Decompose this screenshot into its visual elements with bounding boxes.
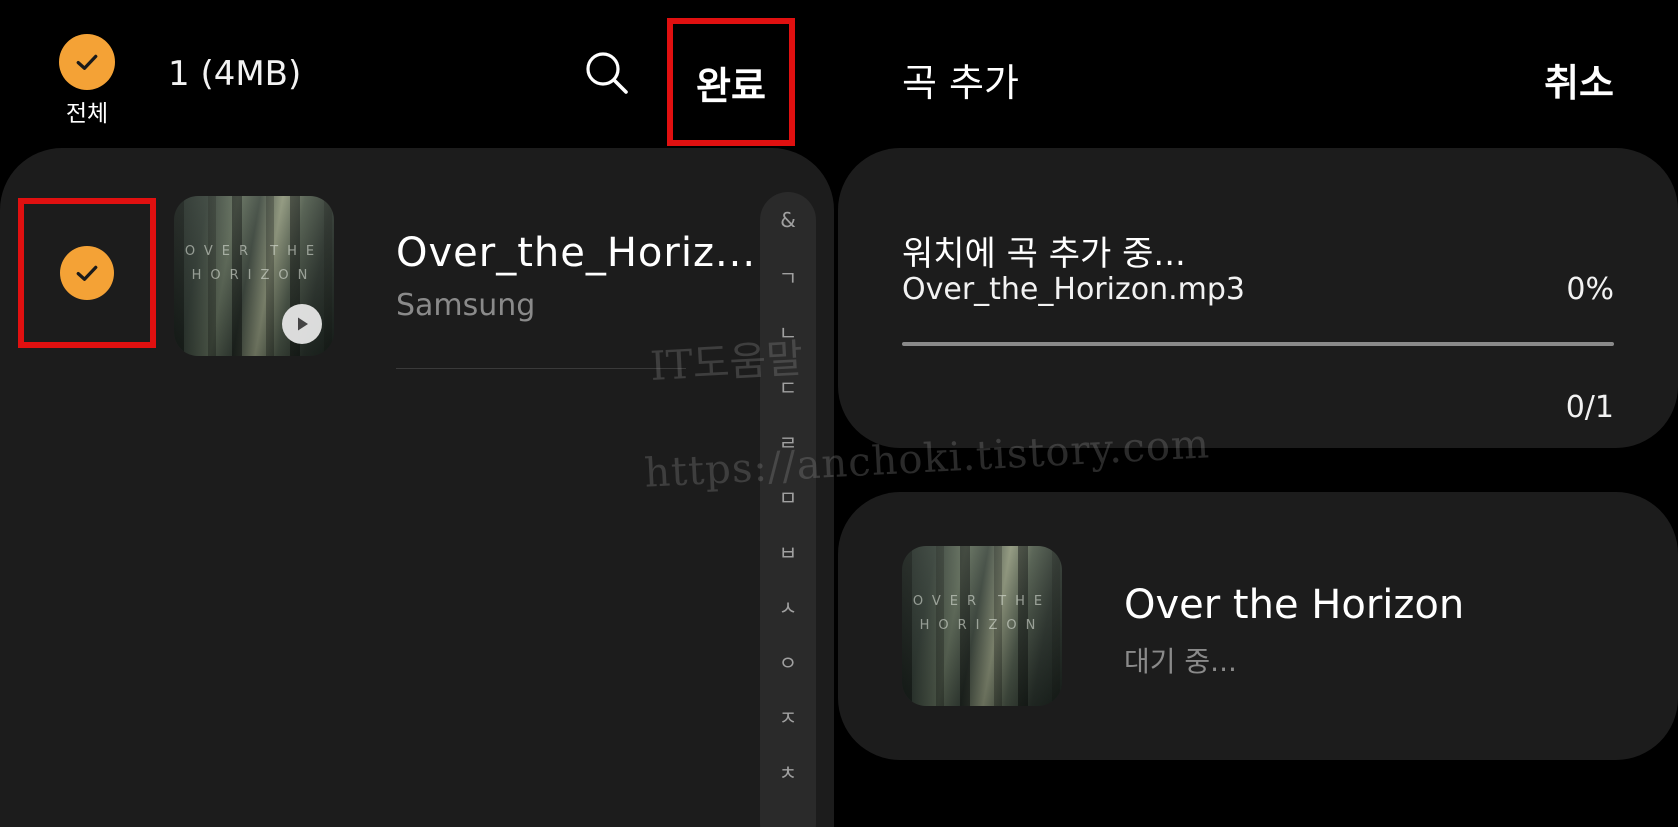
selected-count: 1 (4MB) [168,54,302,94]
queued-song-title: Over the Horizon [1124,582,1465,628]
select-all-toggle[interactable]: 전체 [50,34,124,128]
check-icon [59,34,115,90]
add-songs-panel: 곡 추가 취소 워치에 곡 추가 중... Over_the_Horizon.m… [838,0,1678,827]
row-divider [396,368,686,369]
album-art: OVER THE HORIZON [902,546,1062,706]
search-icon [586,52,628,94]
index-letter[interactable]: ㅇ [760,647,816,676]
progress-count: 0/1 [1565,390,1614,425]
check-icon [60,246,114,300]
watermark-text: IT도움말 [649,336,805,390]
song-checkbox[interactable] [18,198,156,348]
search-button[interactable] [580,46,634,100]
cancel-button[interactable]: 취소 [1544,52,1614,107]
song-title[interactable]: Over_the_Horiz... [396,230,756,276]
album-art-text: OVER THE HORIZON [912,594,1052,633]
song-artist: Samsung [396,288,536,323]
album-art-text: OVER THE HORIZON [184,244,324,283]
progress-filename: Over_the_Horizon.mp3 [902,272,1245,307]
select-all-label: 전체 [65,101,109,127]
progress-heading: 워치에 곡 추가 중... [902,234,1186,274]
page-title: 곡 추가 [902,61,1019,105]
index-letter[interactable]: ㅅ [760,592,816,621]
index-scrollbar[interactable]: & ㄱ ㄴ ㄷ ㄹ ㅁ ㅂ ㅅ ㅇ ㅈ ㅊ [760,192,816,827]
done-label: 완료 [696,63,766,108]
play-icon [298,317,308,331]
queued-song-status: 대기 중... [1124,645,1237,678]
album-art[interactable]: OVER THE HORIZON [174,196,334,356]
index-letter[interactable]: ㄱ [760,262,816,291]
index-letter[interactable]: & [760,208,816,232]
index-letter[interactable]: ㅂ [760,537,816,566]
queued-song-card: OVER THE HORIZON Over the Horizon 대기 중..… [838,492,1678,760]
progress-percent: 0% [1566,272,1614,307]
index-letter[interactable]: ㅈ [760,702,816,731]
transfer-progress-card: 워치에 곡 추가 중... Over_the_Horizon.mp3 0% 0/… [838,148,1678,448]
done-button[interactable]: 완료 [667,18,795,146]
progress-bar [902,342,1614,346]
index-letter[interactable]: ㅊ [760,757,816,786]
play-button[interactable] [282,304,322,344]
song-selection-panel: 전체 1 (4MB) 완료 OVER THE HORIZON Over_the_… [0,0,838,827]
